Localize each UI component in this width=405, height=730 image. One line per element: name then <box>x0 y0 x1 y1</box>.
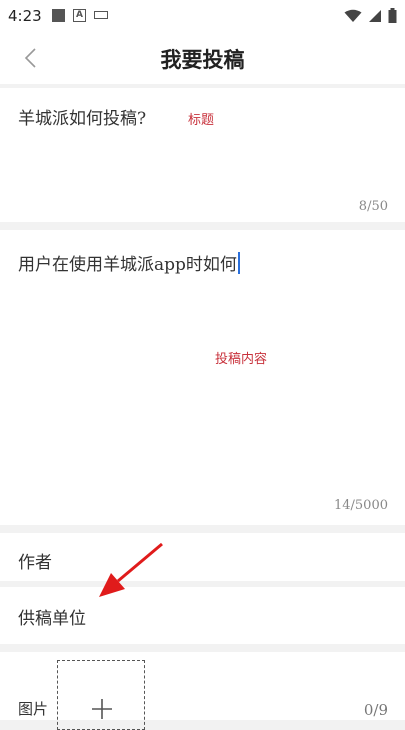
keyboard-icon <box>94 11 108 19</box>
title-counter: 8/50 <box>358 199 388 214</box>
status-icons <box>344 8 397 23</box>
image-field: 图片 0/9 <box>0 652 405 730</box>
title-input-value[interactable]: 羊城派如何投稿? <box>18 104 146 129</box>
status-bar: 4:23 A <box>0 0 405 32</box>
nav-bar: 我要投稿 <box>0 32 405 84</box>
unit-field[interactable]: 供稿单位 <box>0 587 405 644</box>
status-time: 4:23 <box>8 7 42 25</box>
title-field[interactable]: 羊城派如何投稿? 标题 8/50 <box>0 88 405 222</box>
content-input-area[interactable]: 用户在使用羊城派app时如何 <box>18 250 240 275</box>
image-label: 图片 <box>18 700 49 718</box>
content-counter: 14/5000 <box>333 498 388 513</box>
signal-icon <box>369 9 381 22</box>
wifi-icon <box>344 9 362 22</box>
title-annotation: 标题 <box>188 113 215 128</box>
page-title: 我要投稿 <box>160 48 245 72</box>
content-annotation: 投稿内容 <box>215 352 268 367</box>
content-input-value: 用户在使用羊城派app时如何 <box>18 255 237 275</box>
author-label: 作者 <box>18 553 52 573</box>
a-badge-icon: A <box>73 9 86 22</box>
unit-label: 供稿单位 <box>18 609 86 629</box>
battery-icon <box>388 8 397 23</box>
text-cursor <box>237 252 240 274</box>
plus-icon <box>92 699 112 719</box>
image-counter: 0/9 <box>363 701 388 719</box>
notification-square-icon <box>52 9 65 22</box>
author-field[interactable]: 作者 <box>0 533 405 581</box>
content-field[interactable]: 用户在使用羊城派app时如何 投稿内容 14/5000 <box>0 230 405 525</box>
